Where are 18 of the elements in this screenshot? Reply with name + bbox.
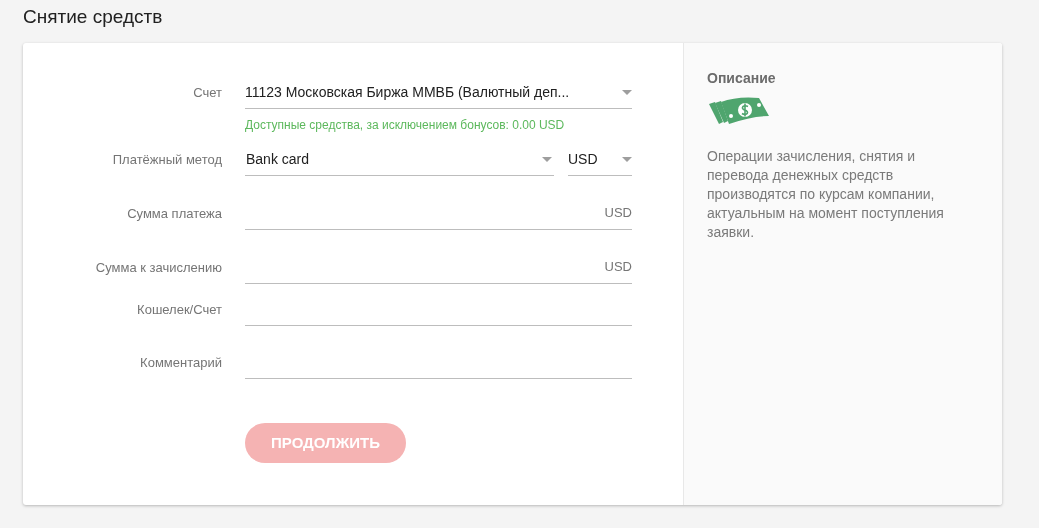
- description-text: Операции зачисления, снятия и перевода денежных средств производятся по курсам компании, актуальным на момент поступления заявки.: [707, 147, 945, 242]
- field-label: Комментарий: [139, 354, 222, 372]
- field-label: Сумма платежа: [126, 205, 222, 223]
- payment-method-select[interactable]: Bank card: [245, 143, 554, 176]
- field-label: Кошелек/Счет: [136, 301, 222, 319]
- amount-field[interactable]: USD: [245, 197, 632, 230]
- account-select[interactable]: 11123 Московская Биржа ММВБ (Валютный деп...: [245, 76, 632, 109]
- amount-field[interactable]: USD: [245, 251, 632, 284]
- caret-icon: [622, 156, 632, 162]
- description-title: Описание: [707, 69, 777, 88]
- field-label: Сумма к зачислению: [94, 259, 222, 277]
- currency-select[interactable]: USD: [568, 143, 632, 176]
- available-funds-hint: Доступные средства, за исключением бонусов: 0.00 USD: [245, 117, 566, 134]
- caret-icon: [622, 89, 632, 95]
- field-label: Счет: [192, 84, 222, 102]
- field-label: Платёжный метод: [111, 151, 222, 169]
- caret-icon: [542, 156, 552, 162]
- page-title: Снятие средств: [22, 5, 164, 29]
